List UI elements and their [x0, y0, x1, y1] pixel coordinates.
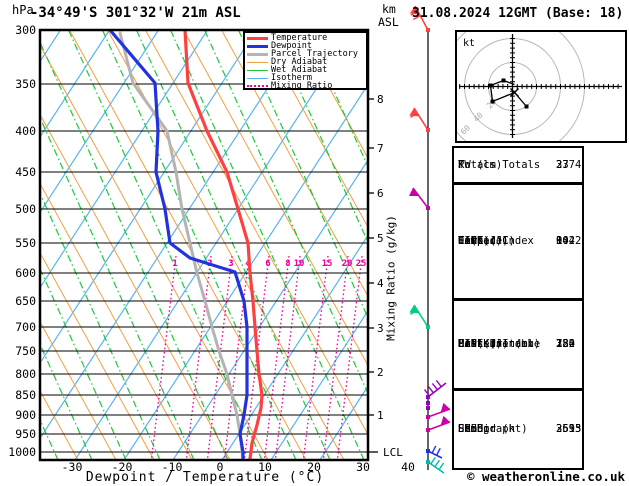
pressure-tick-label: 700	[15, 320, 36, 334]
pressure-tick-label: 750	[15, 344, 36, 358]
indices-table: K 23 Totals Totals 37 PW (cm) 2.74	[452, 146, 584, 184]
km-tick-label: 1	[377, 409, 384, 422]
km-tick-label: 5	[377, 232, 384, 245]
altitude-axis: 8 7 6 5 4 3 2 1	[368, 93, 384, 453]
pressure-tick-label: 300	[15, 23, 36, 37]
pressure-tick-label: 550	[15, 236, 36, 250]
legend-item-label: Mixing Ratio	[271, 81, 333, 91]
pressure-tick-label: 500	[15, 202, 36, 216]
mixing-ratio-label: 15	[322, 259, 333, 269]
pressure-tick-label: 900	[15, 408, 36, 422]
mixing-ratio-axis-title: Mixing Ratio (g/kg)	[384, 215, 398, 341]
row-label: StmSpd (kt)	[458, 423, 528, 435]
hodograph-unit-label: kt	[463, 38, 475, 49]
copyright: © weatheronline.co.uk	[466, 469, 625, 484]
most-unstable-table: Most Unstable Pressure (mb) 750 θe (K) 322…	[452, 299, 584, 390]
row-value: 184	[556, 338, 575, 350]
altitude-unit-asl-label: ASL	[378, 15, 399, 29]
row-label: PW (cm)	[458, 158, 503, 171]
km-tick-label: 6	[377, 187, 384, 200]
pressure-tick-label: 450	[15, 165, 36, 179]
parcel-line-sample	[247, 52, 268, 56]
altitude-unit-km-label: km	[382, 2, 396, 16]
km-tick-label: 3	[377, 322, 384, 335]
temperature-line-sample	[247, 36, 268, 40]
pressure-tick-label: 400	[15, 124, 36, 138]
mixing-ratio-label: 20	[342, 259, 353, 269]
row-value: 2.74	[556, 158, 582, 171]
dry-adiabat-line-sample	[247, 61, 268, 63]
table-row: CIN (J) 0	[458, 235, 562, 247]
mixing-ratio-line-sample	[247, 85, 268, 87]
temp-tick-label: 40	[401, 460, 415, 474]
isotherm-line-sample	[247, 77, 268, 79]
hodograph-table: Hodograph EH -695 SREH -513 StmDir 355° Stm…	[452, 389, 584, 470]
km-tick-label: 7	[377, 142, 384, 155]
mixing-ratio-label: 6	[265, 259, 270, 269]
hodograph-ring-label: 60	[459, 123, 472, 136]
mixing-ratio-label: 3	[228, 259, 233, 269]
pressure-tick-label: 650	[15, 294, 36, 308]
wind-barbs	[409, 5, 451, 474]
row-label: CIN (J)	[458, 338, 503, 350]
hodograph-rings	[457, 32, 622, 141]
x-axis-title: Dewpoint / Temperature (°C)	[85, 470, 325, 485]
km-tick-label: 2	[377, 366, 384, 379]
pressure-tick-label: 350	[15, 77, 36, 91]
legend: Temperature Dewpoint Parcel Trajectory D…	[243, 31, 368, 90]
lcl-label: LCL	[383, 446, 403, 459]
row-value: 0	[556, 235, 563, 247]
km-tick-label: 8	[377, 93, 384, 106]
hodograph: kt 204060	[455, 30, 627, 143]
hodograph-ring-label: 40	[472, 111, 485, 124]
dewpoint-line-sample	[247, 44, 268, 48]
km-tick-label: 4	[377, 277, 384, 290]
datetime-title: 31.08.2024 12GMT (Base: 18)	[412, 6, 624, 21]
table-row: CIN (J) 184	[458, 338, 575, 350]
pressure-unit-label: hPa	[12, 3, 34, 17]
pressure-tick-label: 600	[15, 266, 36, 280]
pressure-tick-label: 850	[15, 388, 36, 402]
mixing-ratio-label: 25	[356, 259, 367, 269]
skewt-sounding-page: 300 350 400 450 500 550 600 650 700 750 800 850 900 9…	[0, 0, 629, 486]
pressure-tick-label: 1000	[8, 445, 36, 459]
table-row: StmSpd (kt) 25	[458, 423, 569, 435]
legend-item: Mixing Ratio	[247, 82, 364, 90]
surface-table: Surface Temp (°C) 10.2 Dewp (°C) 9.4 θe(K)…	[452, 183, 584, 300]
mixing-ratio-label: 10	[294, 259, 305, 269]
mixing-ratio-label: 1	[172, 259, 177, 269]
mixing-ratio-label: 8	[285, 259, 290, 269]
table-row: PW (cm) 2.74	[458, 158, 581, 171]
row-label: CIN (J)	[458, 235, 503, 247]
pressure-tick-label: 950	[15, 427, 36, 441]
row-value: 25	[556, 423, 569, 435]
station-title: -34°49'S 301°32'W 21m ASL	[30, 5, 241, 21]
pressure-tick-label: 800	[15, 367, 36, 381]
wet-adiabat-line-sample	[247, 69, 268, 71]
